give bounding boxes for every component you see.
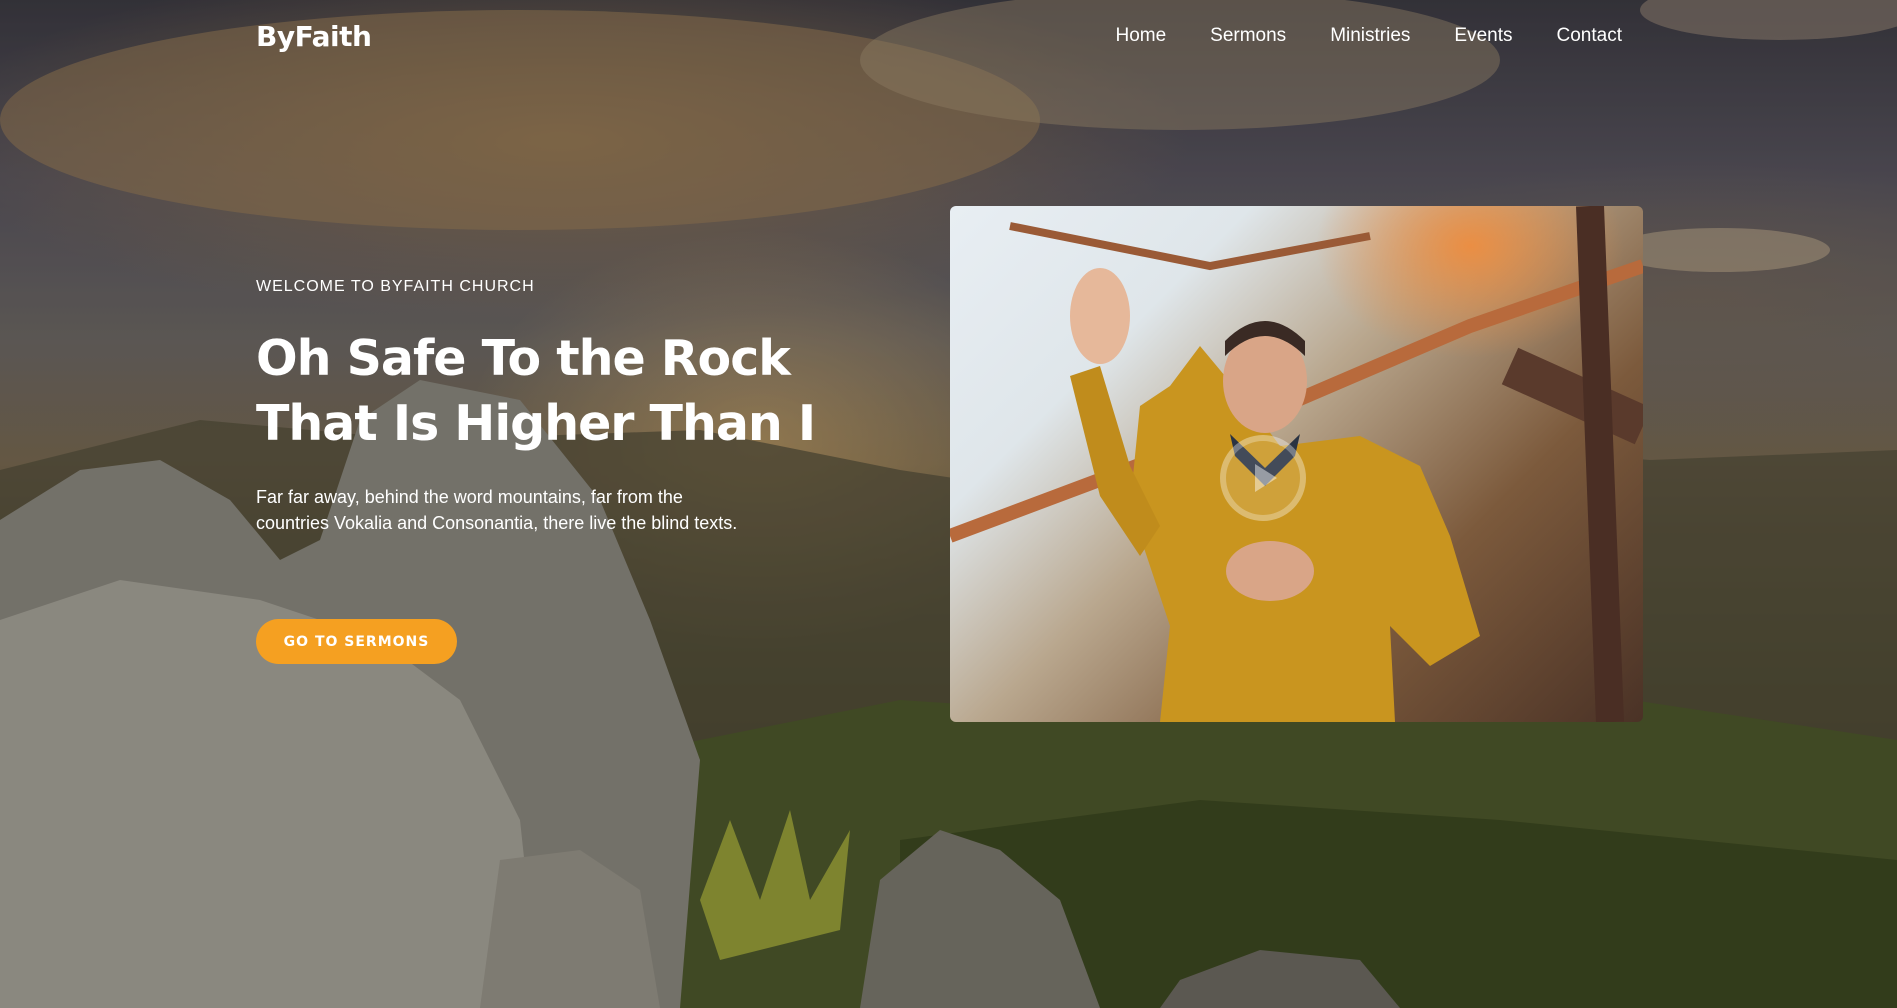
hero-title-line-2: That Is Higher Than I	[256, 395, 816, 452]
hero-intro: WELCOME TO BYFAITH CHURCH Oh Safe To the…	[256, 278, 816, 536]
nav-menu: Home Sermons Ministries Events Contact	[1115, 25, 1622, 47]
go-to-sermons-button[interactable]: GO TO SERMONS	[256, 619, 457, 664]
nav-item-home[interactable]: Home	[1115, 25, 1166, 47]
hero-title: Oh Safe To the Rock That Is Higher Than …	[256, 326, 816, 456]
brand-logo[interactable]: ByFaith	[256, 20, 372, 53]
nav-item-contact[interactable]: Contact	[1557, 25, 1622, 47]
nav-item-sermons[interactable]: Sermons	[1210, 25, 1286, 47]
nav-item-ministries[interactable]: Ministries	[1330, 25, 1410, 47]
hero-description: Far far away, behind the word mountains,…	[256, 487, 738, 533]
play-button[interactable]	[1220, 435, 1306, 521]
hero-title-line-1: Oh Safe To the Rock	[256, 330, 791, 387]
hero-section: ByFaith Home Sermons Ministries Events C…	[0, 0, 1897, 1008]
nav-item-events[interactable]: Events	[1454, 25, 1512, 47]
hero-eyebrow: WELCOME TO BYFAITH CHURCH	[256, 278, 535, 295]
top-navigation: ByFaith Home Sermons Ministries Events C…	[256, 16, 1622, 56]
play-icon	[1255, 464, 1277, 492]
